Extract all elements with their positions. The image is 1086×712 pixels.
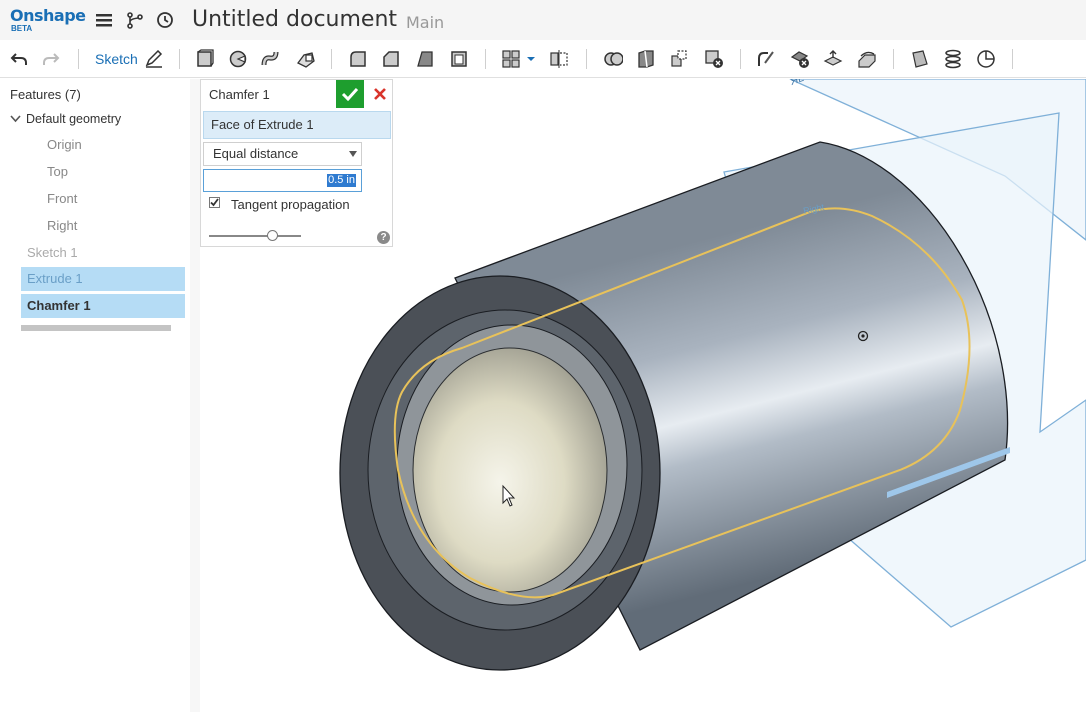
branch-name[interactable]: Main: [406, 13, 444, 32]
split-icon[interactable]: [636, 49, 656, 69]
close-icon: [373, 88, 386, 100]
modify-fillet-icon[interactable]: [756, 49, 776, 69]
tangent-propagation-label: Tangent propagation: [231, 197, 350, 212]
features-header: Features (7): [10, 87, 81, 102]
distance-input[interactable]: 0.5 in: [203, 169, 362, 192]
undo-icon[interactable]: [9, 49, 29, 69]
mate-connector-icon[interactable]: [976, 49, 996, 69]
helix-icon[interactable]: [943, 49, 963, 69]
fillet-icon[interactable]: [348, 49, 368, 69]
chevron-down-icon: [349, 151, 357, 157]
toolbar-separator: [740, 49, 741, 69]
extrude-icon[interactable]: [195, 49, 215, 69]
tree-item-right-plane[interactable]: Right: [47, 218, 77, 233]
distance-value: 0.5 in: [327, 174, 356, 187]
plane-label-top-fragment: ЯL: [788, 79, 806, 88]
rollback-slider-track[interactable]: [209, 235, 301, 237]
toolbar-separator: [893, 49, 894, 69]
tree-item-top-plane[interactable]: Top: [47, 164, 68, 179]
check-icon: [341, 87, 359, 101]
plane-icon[interactable]: [910, 49, 930, 69]
tree-item-default-geometry[interactable]: Default geometry: [10, 112, 121, 126]
history-icon[interactable]: [156, 11, 174, 29]
sweep-icon[interactable]: [261, 49, 281, 69]
delete-part-icon[interactable]: [704, 49, 724, 69]
top-bar: Onshape BETA Untitled document Main: [0, 0, 1086, 40]
chamfer-type-value: Equal distance: [213, 146, 299, 161]
cancel-button[interactable]: [366, 80, 393, 108]
dialog-title: Chamfer 1: [209, 87, 270, 102]
chamfer-icon[interactable]: [381, 49, 401, 69]
chamfer-type-select[interactable]: Equal distance: [203, 142, 362, 166]
mirror-icon[interactable]: [549, 49, 569, 69]
draft-icon[interactable]: [415, 49, 435, 69]
versions-branch-icon[interactable]: [126, 11, 144, 29]
logo-text: Onshape: [10, 6, 86, 25]
shell-icon[interactable]: [449, 49, 469, 69]
accept-button[interactable]: [336, 80, 364, 108]
sketch-button[interactable]: Sketch: [95, 51, 138, 67]
boolean-icon[interactable]: [603, 49, 623, 69]
tree-item-extrude-1[interactable]: Extrude 1: [21, 267, 185, 291]
toolbar-separator: [1012, 49, 1013, 69]
toolbar-separator: [331, 49, 332, 69]
pattern-dropdown-chevron-icon[interactable]: [525, 49, 537, 69]
loft-icon[interactable]: [296, 49, 316, 69]
move-face-icon[interactable]: [823, 49, 843, 69]
help-icon[interactable]: ?: [377, 231, 390, 244]
redo-icon[interactable]: [41, 49, 61, 69]
toolbar-separator: [78, 49, 79, 69]
menu-icon[interactable]: [95, 11, 113, 29]
toolbar-separator: [586, 49, 587, 69]
revolve-icon[interactable]: [228, 49, 248, 69]
replace-face-icon[interactable]: [857, 49, 877, 69]
pattern-icon[interactable]: [501, 49, 521, 69]
feature-tree-panel: Features (7) Default geometry Origin Top…: [0, 79, 192, 712]
tree-item-front-plane[interactable]: Front: [47, 191, 77, 206]
rollback-bar[interactable]: [21, 325, 171, 331]
transform-icon[interactable]: [669, 49, 689, 69]
tangent-propagation-checkbox[interactable]: [209, 197, 220, 208]
delete-face-icon[interactable]: [790, 49, 810, 69]
checkmark-icon: [210, 198, 219, 207]
rollback-slider-handle[interactable]: [267, 230, 278, 241]
chamfer-dialog: Chamfer 1 Face of Extrude 1 Equal distan…: [200, 79, 393, 247]
chevron-down-icon[interactable]: [10, 112, 22, 126]
tree-item-origin[interactable]: Origin: [47, 137, 82, 152]
toolbar-separator: [179, 49, 180, 69]
tree-item-chamfer-1[interactable]: Chamfer 1: [21, 294, 185, 318]
beta-badge: BETA: [11, 24, 33, 33]
toolbar-separator: [485, 49, 486, 69]
sketch-pencil-icon[interactable]: [144, 49, 164, 69]
document-title[interactable]: Untitled document: [192, 7, 397, 32]
feature-toolbar: Sketch: [0, 40, 1086, 78]
default-geometry-label: Default geometry: [26, 112, 122, 126]
tree-item-sketch-1[interactable]: Sketch 1: [27, 245, 78, 260]
onshape-logo[interactable]: Onshape BETA: [10, 6, 86, 34]
entities-selection-field[interactable]: Face of Extrude 1: [203, 111, 391, 139]
sidebar-scrollbar[interactable]: [190, 79, 200, 712]
